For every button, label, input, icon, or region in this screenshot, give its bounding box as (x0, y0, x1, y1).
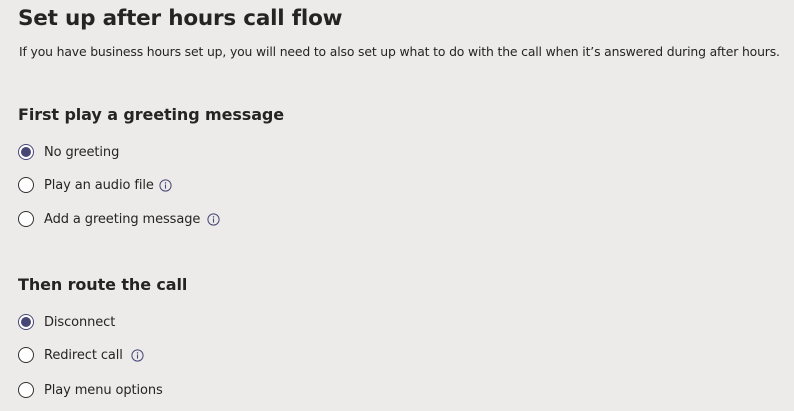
radio-option-label: Redirect call (44, 347, 123, 363)
radio-option-label: Play menu options (44, 382, 163, 398)
radio-button-selected[interactable] (18, 144, 34, 160)
radio-option-label: Add a greeting message (44, 211, 201, 227)
routing-section-heading: Then route the call (18, 275, 188, 294)
page-title: Set up after hours call flow (18, 6, 343, 31)
radio-option-play-menu-options[interactable]: Play menu options (18, 380, 163, 400)
radio-option-label: No greeting (44, 144, 120, 160)
greeting-section-heading: First play a greeting message (18, 105, 285, 124)
radio-button[interactable] (18, 211, 34, 227)
radio-option-redirect-call[interactable]: Redirect call (18, 345, 144, 365)
radio-option-disconnect[interactable]: Disconnect (18, 312, 115, 332)
radio-button[interactable] (18, 347, 34, 363)
info-icon[interactable] (159, 178, 172, 192)
radio-option-play-audio-file[interactable]: Play an audio file (18, 175, 172, 195)
info-icon[interactable] (207, 212, 220, 226)
radio-button[interactable] (18, 382, 34, 398)
radio-option-label: Disconnect (44, 314, 116, 330)
page-description: If you have business hours set up, you w… (19, 44, 780, 59)
radio-option-no-greeting[interactable]: No greeting (18, 142, 119, 162)
radio-button-selected[interactable] (18, 314, 34, 330)
radio-option-add-greeting-message[interactable]: Add a greeting message (18, 209, 220, 229)
radio-option-label: Play an audio file (44, 177, 154, 193)
radio-button[interactable] (18, 177, 34, 193)
info-icon[interactable] (131, 348, 144, 362)
